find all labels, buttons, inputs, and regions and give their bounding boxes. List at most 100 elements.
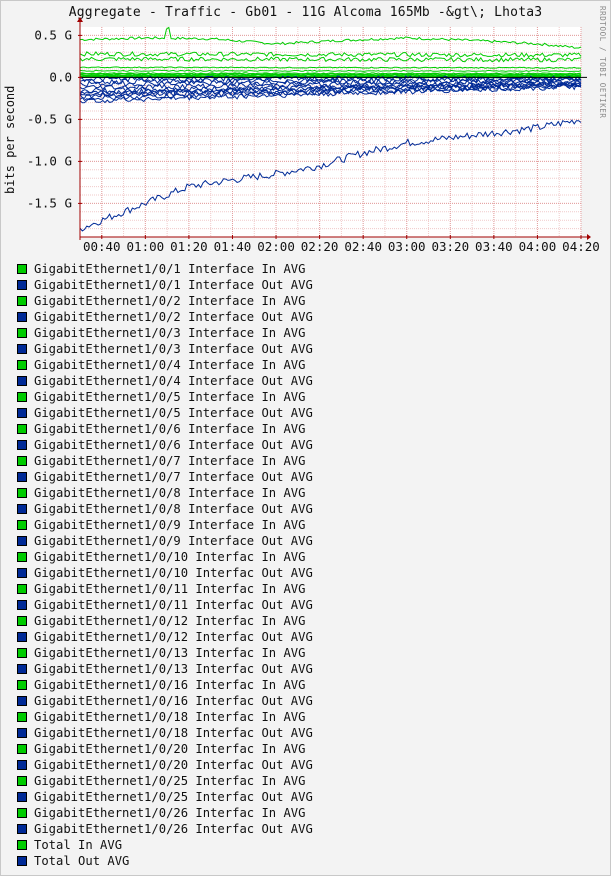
legend-item: GigabitEthernet1/0/4 Interface In AVG [17, 357, 313, 373]
legend-swatch [17, 840, 27, 850]
legend-item: GigabitEthernet1/0/13 Interfac In AVG [17, 645, 313, 661]
legend-label: GigabitEthernet1/0/7 Interface In AVG [34, 454, 306, 468]
legend-swatch [17, 360, 27, 370]
legend-swatch [17, 856, 27, 866]
x-tick-label: 02:00 [257, 239, 295, 254]
legend-swatch [17, 520, 27, 530]
legend-label: GigabitEthernet1/0/9 Interface Out AVG [34, 534, 313, 548]
legend-item: GigabitEthernet1/0/3 Interface In AVG [17, 325, 313, 341]
y-tick-label: 0.5 G [34, 27, 72, 42]
legend-swatch [17, 616, 27, 626]
x-tick-labels: 00:40 01:00 01:20 01:40 02:00 02:20 02:40 03:00… [83, 239, 600, 254]
legend-swatch [17, 536, 27, 546]
legend-label: GigabitEthernet1/0/6 Interface In AVG [34, 422, 306, 436]
legend-label: GigabitEthernet1/0/18 Interfac Out AVG [34, 726, 313, 740]
legend-swatch [17, 824, 27, 834]
legend-item: GigabitEthernet1/0/8 Interface In AVG [17, 485, 313, 501]
legend-item: GigabitEthernet1/0/2 Interface Out AVG [17, 309, 313, 325]
legend-label: GigabitEthernet1/0/9 Interface In AVG [34, 518, 306, 532]
legend-swatch [17, 808, 27, 818]
legend-swatch [17, 264, 27, 274]
legend-swatch [17, 424, 27, 434]
y-tick-label: -0.5 G [27, 111, 72, 126]
legend-label: GigabitEthernet1/0/5 Interface Out AVG [34, 406, 313, 420]
legend-label: GigabitEthernet1/0/3 Interface In AVG [34, 326, 306, 340]
x-tick-label: 03:20 [431, 239, 469, 254]
x-tick-label: 03:40 [475, 239, 513, 254]
legend-label: GigabitEthernet1/0/4 Interface In AVG [34, 358, 306, 372]
legend-label: GigabitEthernet1/0/11 Interfac In AVG [34, 582, 306, 596]
legend-item: GigabitEthernet1/0/25 Interfac In AVG [17, 773, 313, 789]
legend-item: GigabitEthernet1/0/26 Interfac Out AVG [17, 821, 313, 837]
legend-swatch [17, 472, 27, 482]
legend-label: GigabitEthernet1/0/18 Interfac In AVG [34, 710, 306, 724]
legend-label: Total Out AVG [34, 854, 130, 868]
legend-label: GigabitEthernet1/0/11 Interfac Out AVG [34, 598, 313, 612]
legend-label: GigabitEthernet1/0/16 Interfac In AVG [34, 678, 306, 692]
legend-item: GigabitEthernet1/0/12 Interfac In AVG [17, 613, 313, 629]
legend-label: GigabitEthernet1/0/4 Interface Out AVG [34, 374, 313, 388]
legend-label: GigabitEthernet1/0/26 Interfac In AVG [34, 806, 306, 820]
legend-swatch [17, 648, 27, 658]
legend-item: GigabitEthernet1/0/2 Interface In AVG [17, 293, 313, 309]
legend-item: GigabitEthernet1/0/7 Interface Out AVG [17, 469, 313, 485]
x-tick-label: 01:00 [127, 239, 165, 254]
y-tick-labels: 0.5 G 0.0 -0.5 G -1.0 G -1.5 G [27, 27, 72, 210]
legend-swatch [17, 664, 27, 674]
legend-item: GigabitEthernet1/0/18 Interfac Out AVG [17, 725, 313, 741]
legend-swatch [17, 504, 27, 514]
legend-item: GigabitEthernet1/0/8 Interface Out AVG [17, 501, 313, 517]
legend-swatch [17, 712, 27, 722]
legend-item: GigabitEthernet1/0/13 Interfac Out AVG [17, 661, 313, 677]
legend-label: GigabitEthernet1/0/3 Interface Out AVG [34, 342, 313, 356]
x-tick-label: 03:00 [388, 239, 426, 254]
legend-swatch [17, 280, 27, 290]
legend-swatch [17, 744, 27, 754]
legend-item: GigabitEthernet1/0/9 Interface Out AVG [17, 533, 313, 549]
y-tick-label: -1.5 G [27, 195, 72, 210]
legend-label: GigabitEthernet1/0/13 Interfac Out AVG [34, 662, 313, 676]
plot-area: 0.5 G 0.0 -0.5 G -1.0 G -1.5 G 00:40 01:00 01:… [27, 17, 600, 254]
legend-label: GigabitEthernet1/0/12 Interfac Out AVG [34, 630, 313, 644]
legend-label: GigabitEthernet1/0/20 Interfac Out AVG [34, 758, 313, 772]
legend-item: GigabitEthernet1/0/11 Interfac In AVG [17, 581, 313, 597]
legend-swatch [17, 632, 27, 642]
legend-item: GigabitEthernet1/0/4 Interface Out AVG [17, 373, 313, 389]
legend-item: GigabitEthernet1/0/6 Interface In AVG [17, 421, 313, 437]
legend-item: GigabitEthernet1/0/1 Interface Out AVG [17, 277, 313, 293]
legend-item: GigabitEthernet1/0/25 Interfac Out AVG [17, 789, 313, 805]
legend-swatch [17, 792, 27, 802]
legend-swatch [17, 728, 27, 738]
x-tick-label: 00:40 [83, 239, 121, 254]
legend-item: GigabitEthernet1/0/5 Interface Out AVG [17, 405, 313, 421]
legend-item: GigabitEthernet1/0/16 Interfac In AVG [17, 677, 313, 693]
legend-swatch [17, 600, 27, 610]
legend-swatch [17, 552, 27, 562]
legend-label: GigabitEthernet1/0/16 Interfac Out AVG [34, 694, 313, 708]
legend-item: GigabitEthernet1/0/7 Interface In AVG [17, 453, 313, 469]
legend-item: GigabitEthernet1/0/1 Interface In AVG [17, 261, 313, 277]
legend-swatch [17, 328, 27, 338]
legend-label: GigabitEthernet1/0/1 Interface Out AVG [34, 278, 313, 292]
legend-swatch [17, 440, 27, 450]
legend-item: GigabitEthernet1/0/20 Interfac Out AVG [17, 757, 313, 773]
legend-item: GigabitEthernet1/0/6 Interface Out AVG [17, 437, 313, 453]
legend-label: GigabitEthernet1/0/10 Interfac In AVG [34, 550, 306, 564]
legend-label: GigabitEthernet1/0/2 Interface In AVG [34, 294, 306, 308]
legend-swatch [17, 488, 27, 498]
y-tick-label: -1.0 G [27, 153, 72, 168]
legend-swatch [17, 408, 27, 418]
legend-swatch [17, 760, 27, 770]
legend-item: GigabitEthernet1/0/9 Interface In AVG [17, 517, 313, 533]
legend-label: GigabitEthernet1/0/6 Interface Out AVG [34, 438, 313, 452]
legend-label: Total In AVG [34, 838, 123, 852]
legend: GigabitEthernet1/0/1 Interface In AVG Gig… [17, 261, 313, 869]
x-tick-label: 01:20 [170, 239, 208, 254]
x-tick-label: 04:00 [519, 239, 557, 254]
legend-label: GigabitEthernet1/0/20 Interfac In AVG [34, 742, 306, 756]
legend-item: GigabitEthernet1/0/5 Interface In AVG [17, 389, 313, 405]
legend-item: GigabitEthernet1/0/10 Interfac In AVG [17, 549, 313, 565]
legend-label: GigabitEthernet1/0/8 Interface In AVG [34, 486, 306, 500]
legend-label: GigabitEthernet1/0/7 Interface Out AVG [34, 470, 313, 484]
legend-label: GigabitEthernet1/0/13 Interfac In AVG [34, 646, 306, 660]
